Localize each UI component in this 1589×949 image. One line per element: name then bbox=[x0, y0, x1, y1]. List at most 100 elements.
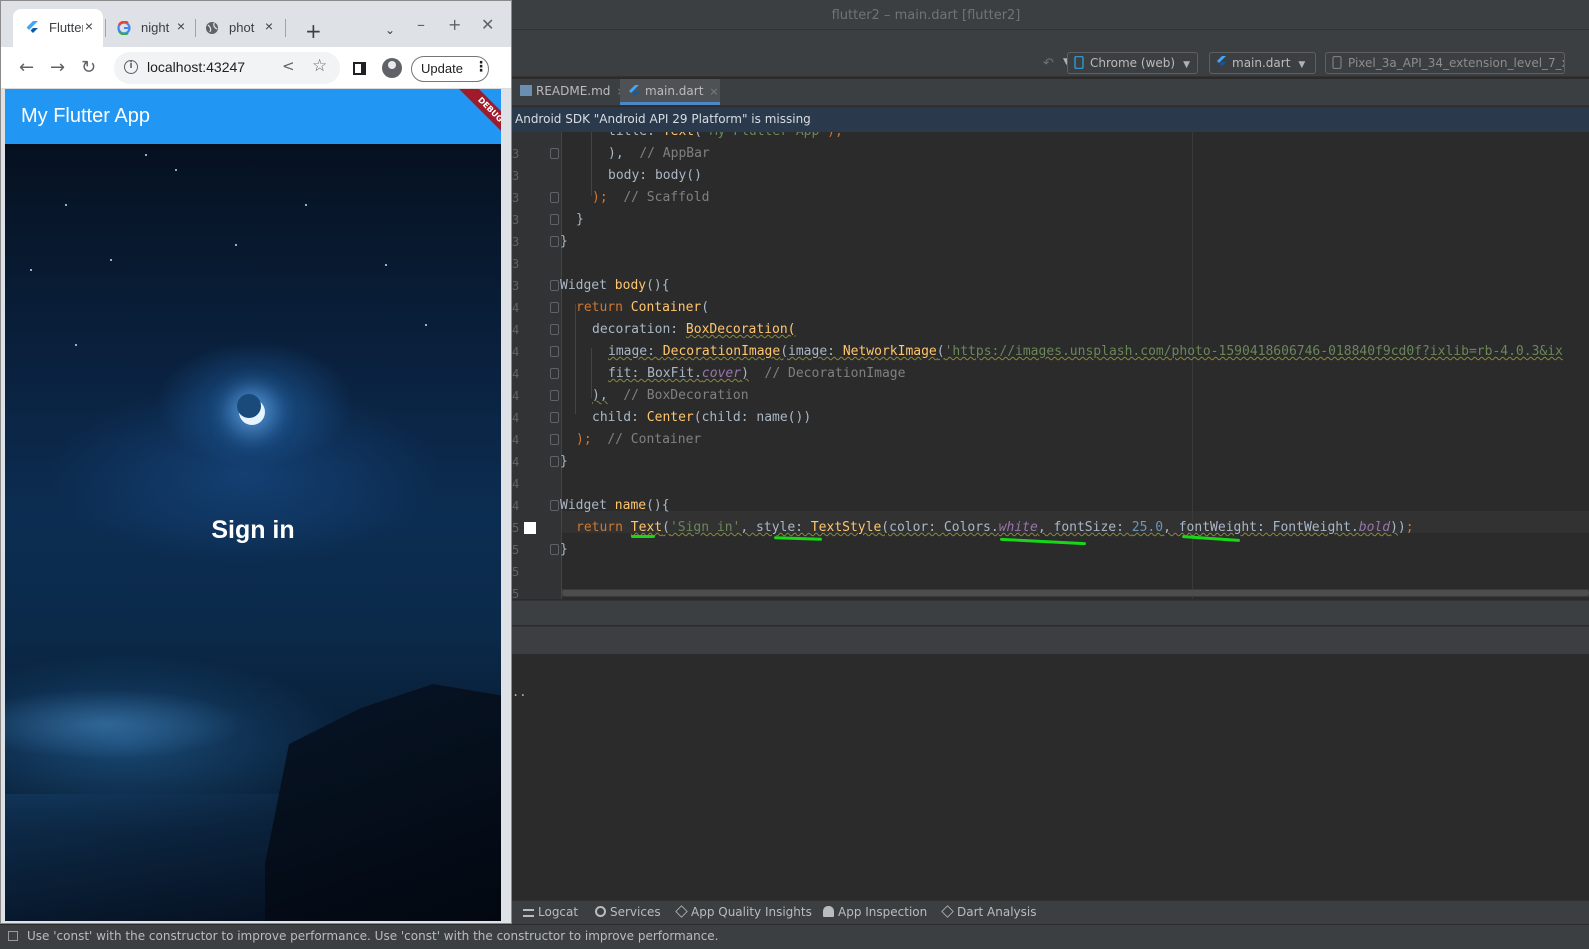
sea-glow bbox=[5, 664, 305, 784]
chevron-down-icon[interactable]: ⌄ bbox=[385, 23, 395, 37]
tab-title: night bbox=[141, 20, 170, 35]
code-line-current: 51 return Text('Sign in', style: TextSty… bbox=[512, 517, 1589, 557]
status-checkbox[interactable] bbox=[8, 931, 18, 941]
minimize-icon[interactable]: – bbox=[417, 15, 425, 34]
code-text: } bbox=[576, 212, 584, 227]
emulator-selector[interactable]: Pixel_3a_API_34_extension_level_7_x8 bbox=[1325, 52, 1565, 74]
tool-label: Logcat bbox=[538, 905, 579, 919]
code-text: return Container( bbox=[576, 300, 710, 315]
fold-marker-icon[interactable] bbox=[550, 390, 559, 401]
code-text: body: body() bbox=[608, 168, 702, 183]
tool-app-inspection[interactable]: App Inspection bbox=[823, 905, 927, 919]
code-text: ), // BoxDecoration bbox=[592, 388, 749, 403]
tool-app-quality-insights[interactable]: App Quality Insights bbox=[675, 905, 812, 919]
maximize-icon[interactable]: + bbox=[448, 15, 461, 34]
browser-tab-flutter[interactable]: Flutter × bbox=[13, 9, 103, 47]
flutter-icon bbox=[1217, 56, 1226, 66]
url-text[interactable]: localhost:43247 bbox=[147, 59, 245, 75]
close-icon[interactable]: × bbox=[85, 18, 93, 34]
fold-marker-icon[interactable] bbox=[550, 434, 559, 445]
fold-marker-icon[interactable] bbox=[550, 148, 559, 159]
fold-marker-icon[interactable] bbox=[550, 544, 559, 555]
code-text: } bbox=[560, 234, 568, 249]
new-tab-button[interactable]: + bbox=[305, 19, 322, 43]
forward-arrow-icon[interactable]: → bbox=[50, 57, 65, 78]
fold-marker-icon[interactable] bbox=[550, 192, 559, 203]
code-line: 37 } bbox=[512, 209, 1589, 249]
fold-marker-icon[interactable] bbox=[550, 236, 559, 247]
run-config-label: main.dart bbox=[1232, 56, 1291, 70]
fold-marker-icon[interactable] bbox=[550, 214, 559, 225]
info-icon[interactable]: i bbox=[124, 60, 138, 74]
code-line: 49 bbox=[512, 473, 1589, 513]
fold-marker-icon[interactable] bbox=[550, 500, 559, 511]
star bbox=[175, 169, 177, 171]
tab-label: README.md bbox=[536, 84, 611, 98]
star-icon[interactable]: ☆ bbox=[312, 56, 327, 76]
scrollbar-thumb[interactable] bbox=[562, 590, 1589, 596]
horizontal-scrollbar[interactable] bbox=[562, 589, 1589, 597]
tab-main-dart[interactable]: main.dart × bbox=[620, 79, 720, 105]
star bbox=[30, 269, 32, 271]
browser-toolbar: ← → ↻ i localhost:43247 < ☆ Update ⋮ bbox=[1, 47, 511, 89]
browser-tab-night[interactable]: night × bbox=[105, 9, 195, 47]
share-icon[interactable]: < bbox=[282, 57, 295, 75]
tab-readme[interactable]: README.md× bbox=[512, 79, 626, 105]
fold-marker-icon[interactable] bbox=[550, 346, 559, 357]
fold-marker-icon[interactable] bbox=[550, 302, 559, 313]
run-config-selector[interactable]: main.dart ▼ bbox=[1209, 52, 1316, 74]
code-text: return Text('Sign in', style: TextStyle(… bbox=[576, 520, 1414, 535]
star bbox=[65, 204, 67, 206]
close-icon[interactable]: × bbox=[265, 18, 273, 34]
sign-in-text: Sign in bbox=[211, 516, 295, 544]
more-menu-icon[interactable]: ⋮ bbox=[474, 59, 488, 75]
code-line: 50 Widget name(){ bbox=[512, 495, 1589, 535]
fold-marker-icon[interactable] bbox=[550, 412, 559, 423]
address-bar[interactable]: i localhost:43247 < ☆ bbox=[114, 52, 340, 84]
android-icon bbox=[823, 906, 834, 917]
code-line: 41 return Container( bbox=[512, 297, 1589, 337]
side-panel-icon[interactable] bbox=[353, 62, 366, 75]
tool-services[interactable]: Services bbox=[595, 905, 661, 919]
reload-icon[interactable]: ↻ bbox=[81, 57, 96, 78]
tool-dart-analysis[interactable]: Dart Analysis bbox=[941, 905, 1037, 919]
fold-marker-icon[interactable] bbox=[550, 324, 559, 335]
code-text: fit: BoxFit.cover) // DecorationImage bbox=[608, 366, 906, 381]
window-close-icon[interactable]: ✕ bbox=[481, 15, 494, 34]
star bbox=[75, 344, 77, 346]
profile-avatar-icon[interactable] bbox=[382, 58, 402, 78]
fold-marker-icon[interactable] bbox=[550, 280, 559, 291]
markdown-file-icon bbox=[520, 85, 532, 96]
back-arrow-icon[interactable]: ← bbox=[19, 57, 34, 78]
tool-window-toolbar bbox=[512, 626, 1589, 654]
browser-tab-photo[interactable]: phot × bbox=[193, 9, 283, 47]
code-editor[interactable]: 33 title: Text('My Flutter App'), 34 ), … bbox=[512, 132, 1589, 599]
vcs-back-icon[interactable]: ↶ bbox=[1043, 56, 1054, 71]
breakpoint-marker[interactable] bbox=[524, 522, 536, 534]
code-text: title: Text('My Flutter App'), bbox=[608, 132, 843, 143]
close-icon[interactable]: × bbox=[177, 18, 185, 34]
star bbox=[385, 264, 387, 266]
tool-label: Dart Analysis bbox=[957, 905, 1037, 919]
tool-logcat[interactable]: Logcat bbox=[523, 905, 578, 919]
close-icon[interactable]: × bbox=[709, 85, 718, 98]
code-line: 47 ); // Container bbox=[512, 429, 1589, 469]
editor-tab-bar: README.md× main.dart × bbox=[512, 79, 1589, 106]
code-line: 33 title: Text('My Flutter App'), bbox=[512, 132, 1589, 161]
browser-window: Flutter × night × phot × + ⌄ – + ✕ ← → ↻… bbox=[0, 0, 512, 924]
annotation-underline bbox=[631, 535, 655, 538]
tab-title: phot bbox=[229, 20, 255, 35]
update-button[interactable]: Update ⋮ bbox=[411, 56, 489, 82]
code-text: ); // Container bbox=[576, 432, 702, 447]
code-text: image: DecorationImage(image: NetworkIma… bbox=[608, 344, 1563, 359]
tool-label: App Inspection bbox=[838, 905, 928, 919]
tool-label: Services bbox=[610, 905, 661, 919]
tool-window-bar: Logcat Services App Quality Insights App… bbox=[512, 900, 1589, 924]
emulator-label: Pixel_3a_API_34_extension_level_7_x8 bbox=[1348, 56, 1565, 70]
fold-marker-icon[interactable] bbox=[550, 368, 559, 379]
globe-icon bbox=[206, 22, 218, 34]
fold-marker-icon[interactable] bbox=[550, 456, 559, 467]
code-text: child: Center(child: name()) bbox=[592, 410, 812, 425]
dart-analysis-icon bbox=[941, 905, 954, 918]
device-selector[interactable]: Chrome (web) ▼ bbox=[1067, 52, 1198, 74]
